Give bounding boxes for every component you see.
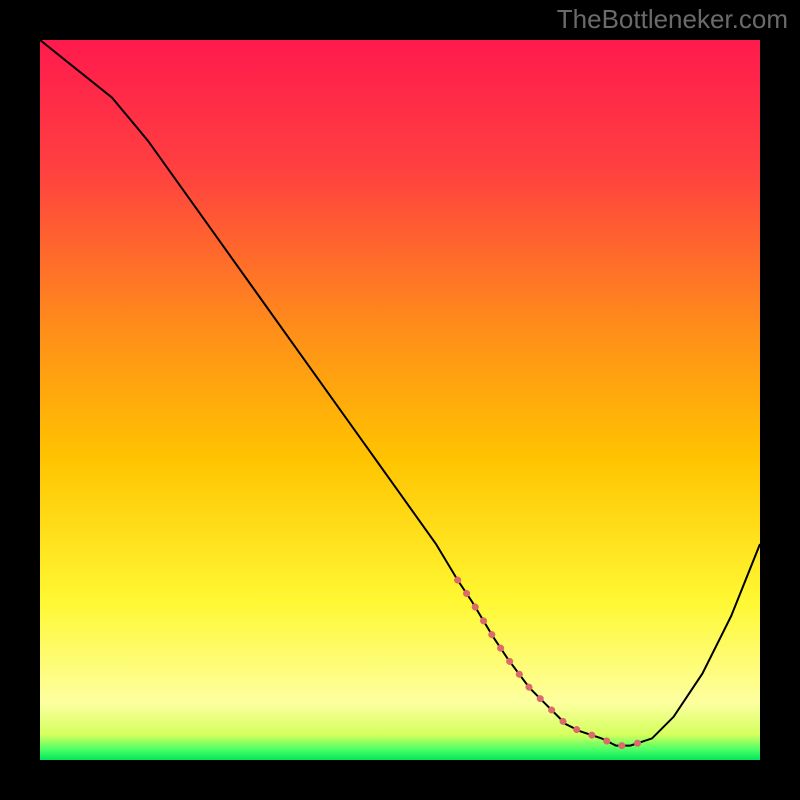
- chart-frame: TheBottleneker.com: [0, 0, 800, 800]
- plot-area: [40, 40, 760, 760]
- watermark-text: TheBottleneker.com: [557, 4, 788, 35]
- chart-svg: [40, 40, 760, 760]
- gradient-background: [40, 40, 760, 760]
